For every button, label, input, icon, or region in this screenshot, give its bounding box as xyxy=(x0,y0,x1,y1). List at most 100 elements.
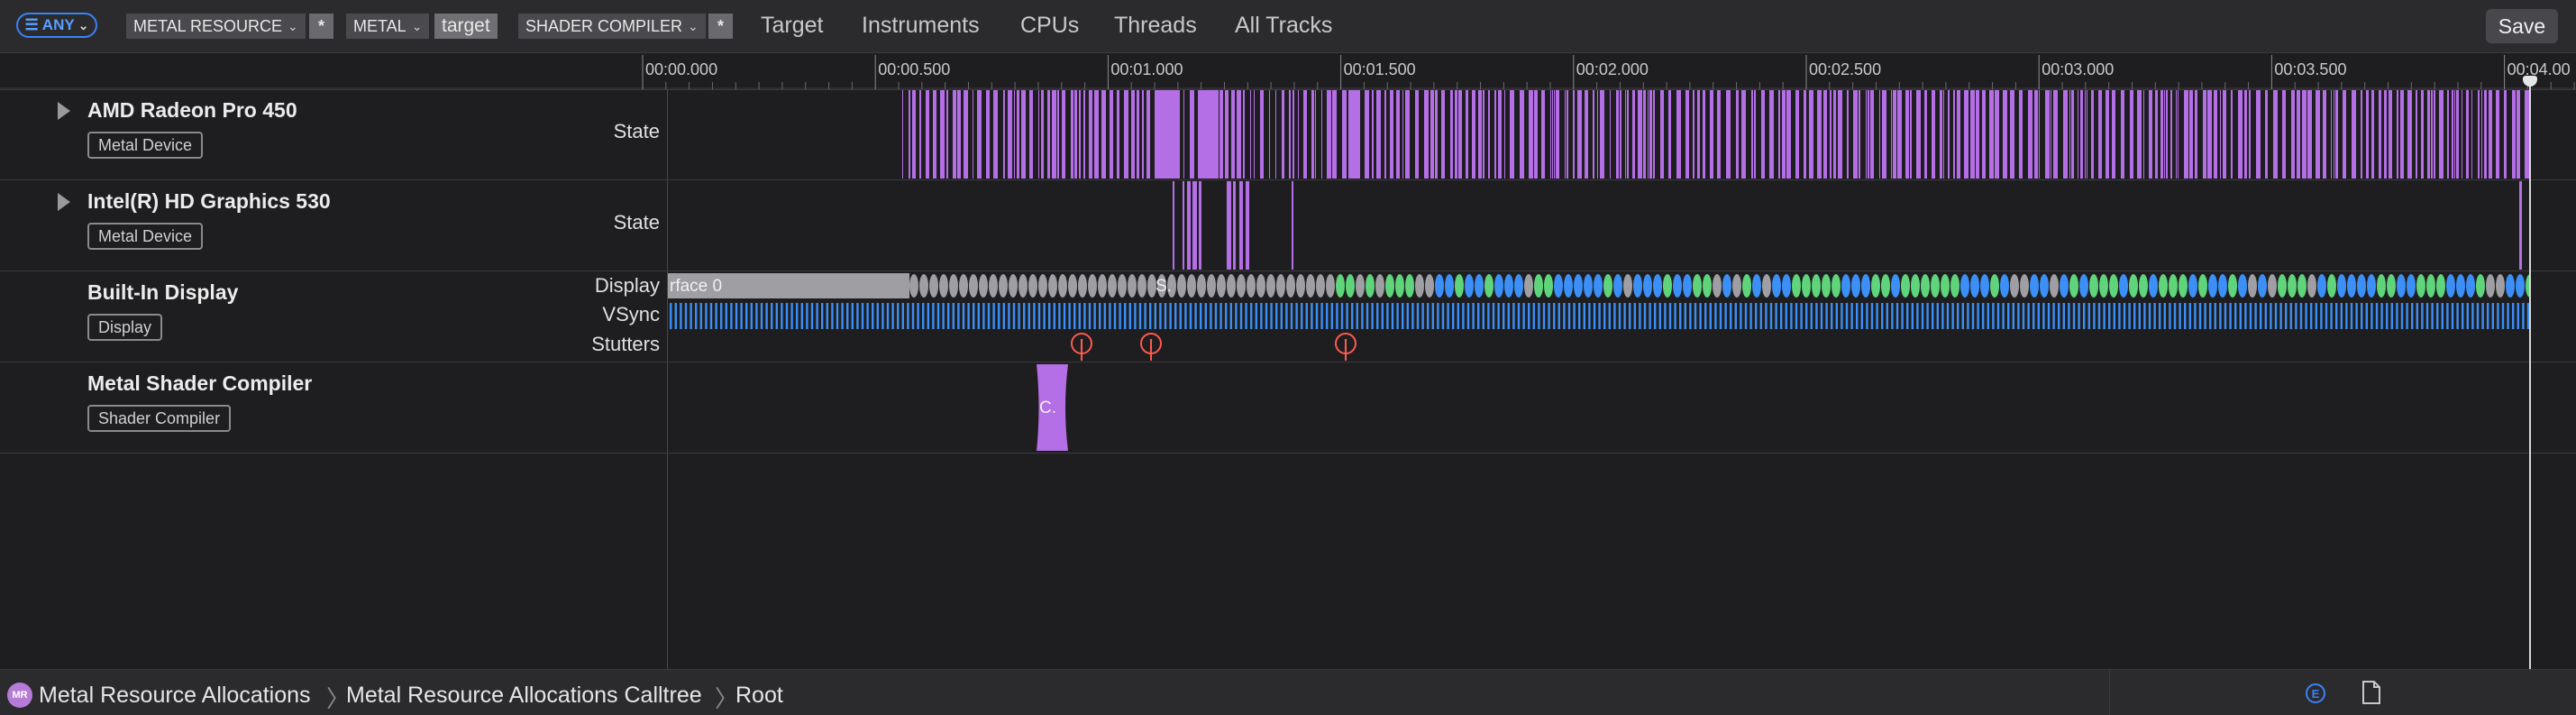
display-frame xyxy=(1108,274,1117,298)
amd-state-lane[interactable] xyxy=(668,89,2529,179)
scope-tab-cpus[interactable]: CPUs xyxy=(1020,13,1079,39)
state-interval xyxy=(902,90,903,179)
vsync-tick xyxy=(2507,303,2509,329)
display-frame xyxy=(2198,274,2207,298)
display-frame xyxy=(1703,274,1712,298)
vsync-tick xyxy=(1724,303,1727,329)
scope-tab-instruments[interactable]: Instruments xyxy=(862,13,980,39)
state-interval xyxy=(1565,90,1566,179)
display-frame xyxy=(1762,274,1771,298)
vsync-tick xyxy=(1810,303,1813,329)
vsync-tick xyxy=(891,303,894,329)
vsync-tick xyxy=(841,303,844,329)
save-button[interactable]: Save xyxy=(2486,9,2558,43)
scope-tab-all-tracks[interactable]: All Tracks xyxy=(1235,13,1332,39)
track-built-in-display[interactable]: Built-In Display Display Display VSync S… xyxy=(0,271,2576,362)
state-interval xyxy=(1225,90,1229,179)
state-interval xyxy=(2371,90,2374,179)
vsync-tick xyxy=(1825,303,1828,329)
state-interval xyxy=(1995,90,1999,179)
state-interval xyxy=(912,90,916,179)
vsync-tick xyxy=(1734,303,1737,329)
filter-operator-any[interactable]: * xyxy=(309,14,334,39)
vsync-tick xyxy=(1018,303,1020,329)
filter-token-metal-resource[interactable]: METAL RESOURCE ⌄ xyxy=(126,14,306,39)
vsync-tick xyxy=(1769,303,1773,329)
filter-token-metal[interactable]: METAL ⌄ xyxy=(346,14,430,39)
filter-bar: ☰ ANY ⌄ METAL RESOURCE ⌄ * METAL ⌄ targe… xyxy=(0,0,2576,53)
filter-token-shader-compiler[interactable]: SHADER COMPILER ⌄ xyxy=(518,14,706,39)
vsync-tick xyxy=(2491,303,2494,329)
vsync-tick xyxy=(2244,303,2247,329)
track-intel-hd[interactable]: Intel(R) HD Graphics 530 Metal Device St… xyxy=(0,180,2576,271)
document-icon[interactable] xyxy=(2361,681,2381,704)
state-interval xyxy=(1342,90,1347,179)
vsync-tick xyxy=(1068,303,1071,329)
vsync-tick xyxy=(2012,303,2014,329)
filter-value-target[interactable]: target xyxy=(434,14,498,39)
display-frame xyxy=(999,274,1008,298)
filter-operator-any-2[interactable]: * xyxy=(708,14,734,39)
display-frame xyxy=(2446,274,2455,298)
vsync-tick xyxy=(1517,303,1521,329)
state-interval xyxy=(2034,90,2038,179)
vsync-tick xyxy=(821,303,824,329)
shader-compiler-lane[interactable]: C. xyxy=(668,362,2529,453)
vsync-tick xyxy=(1800,303,1803,329)
vsync-tick xyxy=(2274,303,2278,329)
scope-tab-threads[interactable]: Threads xyxy=(1114,13,1197,39)
vsync-tick xyxy=(755,303,758,329)
intel-state-lane[interactable] xyxy=(668,180,2529,270)
disclosure-triangle-icon[interactable] xyxy=(58,193,70,211)
display-frame xyxy=(1266,274,1275,298)
display-lanes[interactable]: rface 0 S.!!! xyxy=(668,271,2529,362)
vsync-tick xyxy=(1709,303,1712,329)
any-filter-button[interactable]: ☰ ANY ⌄ xyxy=(16,13,97,38)
filter-token-label: SHADER COMPILER xyxy=(525,16,683,35)
vsync-tick xyxy=(1593,303,1596,329)
timeline-ruler[interactable]: 00:00.000 00:00.500 00:01.000 00:01.500 00:0… xyxy=(0,53,2576,90)
vsync-tick xyxy=(2188,303,2191,329)
display-frame xyxy=(2010,274,2019,298)
scope-tab-target[interactable]: Target xyxy=(761,13,823,39)
disclosure-triangle-icon[interactable] xyxy=(58,102,70,120)
state-interval xyxy=(2481,90,2482,179)
state-interval xyxy=(1183,181,1184,270)
breadcrumb-item[interactable]: Root xyxy=(735,683,783,709)
chevron-down-icon: ⌄ xyxy=(78,17,89,32)
extended-detail-icon[interactable]: E xyxy=(2306,683,2325,703)
state-interval xyxy=(2106,90,2109,179)
playhead[interactable] xyxy=(2529,79,2531,669)
display-frame xyxy=(2496,274,2505,298)
state-interval xyxy=(2400,90,2404,179)
vsync-tick xyxy=(2249,303,2252,329)
display-frame xyxy=(2317,274,2326,298)
vsync-tick xyxy=(1447,303,1449,329)
display-frame xyxy=(1356,274,1365,298)
state-interval xyxy=(2519,181,2522,270)
track-amd-radeon[interactable]: AMD Radeon Pro 450 Metal Device State xyxy=(0,89,2576,180)
state-interval xyxy=(2265,90,2268,179)
display-frame xyxy=(2179,274,2188,298)
display-frame xyxy=(1782,274,1791,298)
vsync-tick xyxy=(1623,303,1626,329)
display-frame xyxy=(1722,274,1731,298)
state-interval xyxy=(1510,90,1514,179)
track-metal-shader-compiler[interactable]: Metal Shader Compiler Shader Compiler C. xyxy=(0,362,2576,454)
display-frame xyxy=(2307,274,2316,298)
state-interval xyxy=(1008,90,1012,179)
breadcrumb-item[interactable]: Metal Resource Allocations xyxy=(39,683,311,709)
breadcrumb-item[interactable]: Metal Resource Allocations Calltree xyxy=(346,683,702,709)
display-frame xyxy=(1366,274,1375,298)
vsync-tick xyxy=(1099,303,1101,329)
state-interval xyxy=(1372,90,1374,179)
vsync-tick xyxy=(1103,303,1106,329)
vsync-tick xyxy=(2037,303,2040,329)
state-interval xyxy=(1405,90,1410,179)
state-interval xyxy=(1676,90,1681,179)
vsync-tick xyxy=(901,303,904,329)
state-interval xyxy=(2149,90,2152,179)
state-interval xyxy=(1534,90,1538,179)
state-interval xyxy=(2019,90,2023,179)
vsync-tick xyxy=(1613,303,1616,329)
